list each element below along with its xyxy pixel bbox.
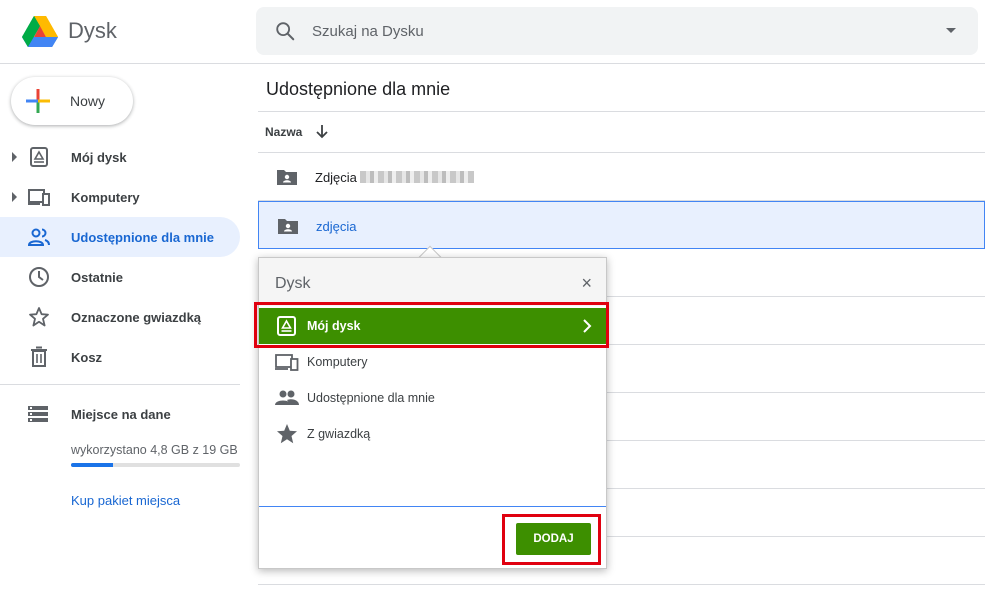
file-name: zdjęcia (316, 219, 357, 234)
dialog-item-label: Udostępnione dla mnie (307, 391, 435, 405)
expand-arrow-icon[interactable] (12, 152, 17, 162)
buy-storage-link[interactable]: Kup pakiet miejsca (71, 493, 180, 508)
search-icon[interactable] (274, 20, 296, 42)
drive-icon (30, 147, 48, 167)
computers-icon (275, 354, 299, 371)
file-row[interactable]: Zdjęcia (258, 153, 985, 201)
row-divider (258, 584, 985, 585)
sidebar-item-label: Komputery (71, 190, 140, 205)
sidebar-item-trash[interactable]: Kosz (0, 337, 240, 377)
star-icon (29, 307, 49, 327)
column-header-name[interactable]: Nazwa (265, 125, 302, 139)
sidebar-item-label: Udostępnione dla mnie (71, 230, 215, 245)
top-bar: Dysk (0, 0, 985, 64)
sidebar-item-label: Mój dysk (71, 150, 127, 165)
sidebar-item-label: Kosz (71, 350, 103, 365)
highlight-frame-my-drive (254, 302, 609, 348)
close-icon[interactable]: × (581, 273, 592, 294)
dialog-item-label: Z gwiazdką (307, 427, 371, 441)
sidebar-item-label: Oznaczone gwiazdką (71, 310, 202, 325)
storage-progress-bar (71, 463, 240, 467)
shared-folder-icon (277, 170, 297, 185)
new-button-label: Nowy (70, 93, 106, 109)
sidebar-item-shared-with-me[interactable]: Udostępnione dla mnie (0, 217, 240, 257)
expand-arrow-icon[interactable] (12, 192, 17, 202)
drive-logo-icon[interactable] (22, 14, 58, 48)
sidebar-item-label: Ostatnie (71, 270, 124, 285)
sidebar-item-recent[interactable]: Ostatnie (0, 257, 240, 297)
sidebar-item-my-drive[interactable]: Mój dysk (0, 137, 240, 177)
file-name: Zdjęcia (315, 170, 357, 185)
highlight-frame-add-button (502, 514, 601, 565)
storage-icon (28, 406, 48, 422)
blurred-filename-part (360, 171, 474, 183)
app-name: Dysk (68, 18, 117, 43)
storage-title[interactable]: Miejsce na dane (71, 407, 171, 422)
sort-arrow-down-icon[interactable] (314, 123, 330, 139)
plus-icon (26, 89, 50, 113)
dialog-item-shared-with-me[interactable]: Udostępnione dla mnie (259, 380, 608, 416)
search-box[interactable] (256, 7, 978, 55)
sidebar-item-computers[interactable]: Komputery (0, 177, 240, 217)
people-icon (275, 390, 299, 405)
sidebar-divider (0, 384, 240, 385)
storage-used-text: wykorzystano 4,8 GB z 19 GB (71, 443, 238, 457)
storage-progress-fill (71, 463, 114, 467)
sidebar-item-starred[interactable]: Oznaczone gwiazdką (0, 297, 240, 337)
shared-folder-icon (278, 219, 298, 234)
file-row-selected[interactable]: zdjęcia (258, 201, 985, 249)
trash-icon (31, 346, 47, 367)
page-title: Udostępnione dla mnie (266, 79, 451, 99)
star-icon (277, 424, 297, 444)
dialog-header: Dysk × (259, 258, 606, 306)
dialog-title: Dysk (275, 275, 311, 292)
dialog-item-label: Komputery (307, 355, 368, 369)
dialog-item-starred[interactable]: Z gwiazdką (259, 416, 608, 452)
dialog-item-computers[interactable]: Komputery (259, 344, 608, 380)
search-input[interactable] (312, 7, 912, 55)
new-button[interactable]: Nowy (11, 77, 133, 125)
dialog-footer-divider (259, 506, 606, 507)
computers-icon (28, 189, 50, 206)
title-divider (258, 111, 985, 112)
search-options-dropdown-icon[interactable] (946, 28, 956, 33)
clock-icon (29, 267, 49, 287)
shared-icon (28, 228, 50, 246)
